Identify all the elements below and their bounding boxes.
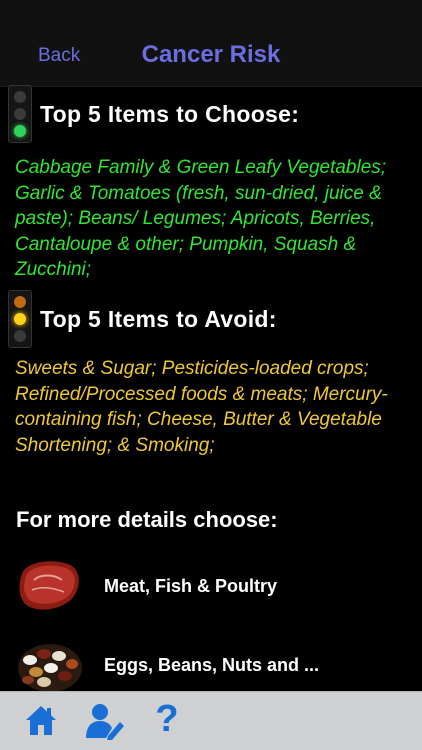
beans-icon [18,644,82,692]
tab-home[interactable] [23,702,59,743]
user-edit-icon [86,704,124,740]
detail-item-label: Eggs, Beans, Nuts and ... [104,654,320,675]
avoid-heading: Top 5 Items to Avoid: [40,305,277,332]
navigation-bar: Back Cancer Risk [0,0,422,87]
choose-heading: Top 5 Items to Choose: [40,100,300,127]
tab-bar: ? [0,691,422,750]
svg-text:?: ? [155,698,178,738]
steak-icon [19,561,79,610]
tab-profile-edit[interactable] [84,702,126,745]
page-title: Cancer Risk [141,41,281,68]
help-icon: ? [155,698,178,740]
traffic-light-amber-icon [8,290,32,348]
detail-item-eggs-beans[interactable]: Eggs, Beans, Nuts and ... [16,636,319,694]
avoid-text: Sweets & Sugar; Pesticides-loaded crops;… [15,358,388,456]
tab-help[interactable]: ? [152,698,182,743]
detail-item-meat[interactable]: Meat, Fish & Poultry [16,556,277,616]
traffic-light-green-icon [8,85,32,143]
details-heading: For more details choose: [16,507,278,532]
avoid-section-header: Top 5 Items to Avoid: [8,290,277,348]
choose-section-header: Top 5 Items to Choose: [8,85,299,143]
choose-text: Cabbage Family & Green Leafy Vegetables;… [15,157,387,280]
detail-item-label: Meat, Fish & Poultry [104,575,278,596]
home-icon [26,706,56,735]
